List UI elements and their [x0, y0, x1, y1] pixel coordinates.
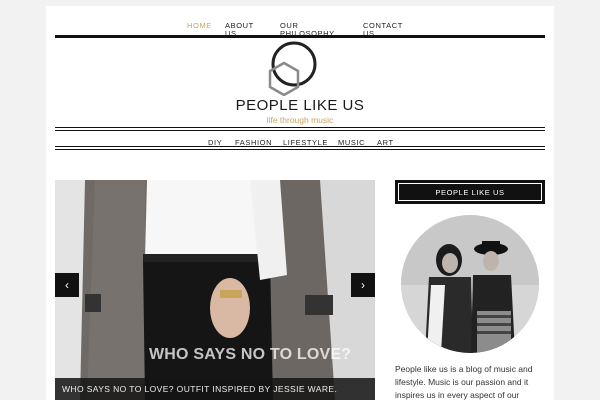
slide-caption-bar[interactable]: WHO SAYS NO TO LOVE? OUTFIT INSPIRED BY …: [55, 378, 375, 400]
featured-slider[interactable]: WHO SAYS NO TO LOVE? WHO SAYS NO TO LOVE…: [55, 180, 375, 400]
sidebar-widget-title: PEOPLE LIKE US: [395, 180, 545, 204]
widget-title-label: PEOPLE LIKE US: [435, 188, 505, 197]
slide-caption[interactable]: WHO SAYS NO TO LOVE? OUTFIT INSPIRED BY …: [62, 384, 337, 394]
page: HOME ABOUT US OUR PHILOSOPHY CONTACT US …: [46, 6, 554, 400]
slider-next-button[interactable]: ›: [351, 273, 375, 297]
nav-home[interactable]: HOME: [187, 22, 212, 30]
header-divider: [55, 35, 545, 38]
about-photo: [401, 215, 539, 353]
about-text: People like us is a blog of music and li…: [395, 364, 533, 400]
slide-overlay-title: WHO SAYS NO TO LOVE?: [149, 346, 352, 363]
site-logo[interactable]: [260, 41, 320, 96]
slider-prev-button[interactable]: ‹: [55, 273, 79, 297]
chevron-right-icon: ›: [361, 278, 365, 292]
site-tagline: life through music: [266, 115, 334, 125]
category-nav-top-rule: [55, 127, 545, 131]
site-title[interactable]: PEOPLE LIKE US: [46, 97, 554, 114]
slide-image: [55, 180, 375, 400]
category-nav-bottom-rule: [55, 146, 545, 150]
about-photo-image: [401, 215, 539, 353]
chevron-left-icon: ‹: [65, 278, 69, 292]
